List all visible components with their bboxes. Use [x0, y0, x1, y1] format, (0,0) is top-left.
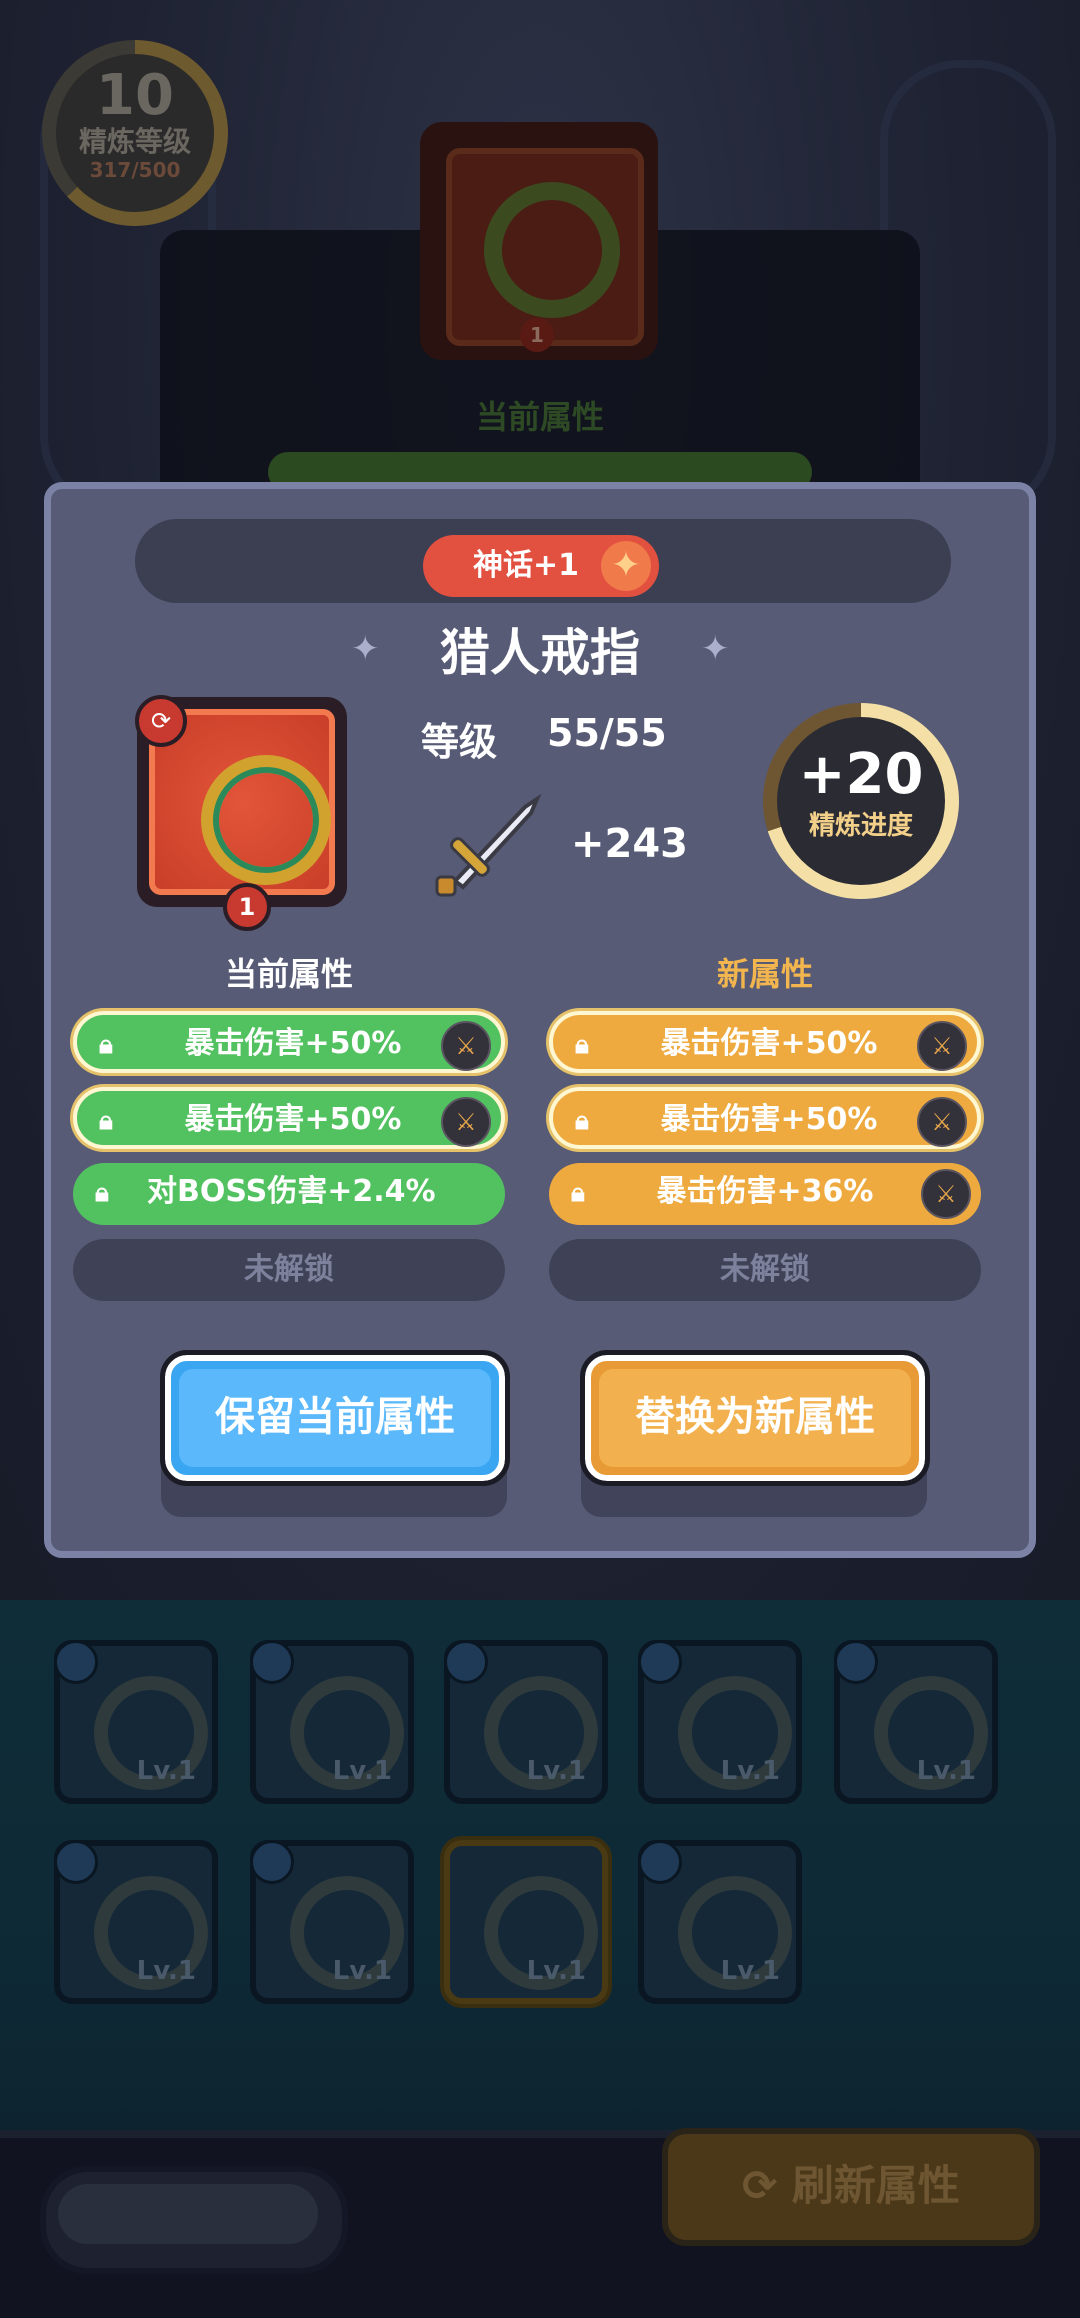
locked-attribute-slot: 未解锁 [549, 1239, 981, 1301]
new-attribute-row[interactable]: 🔒︎ 暴击伤害+36% ⚔ [549, 1163, 981, 1225]
inventory-slot[interactable]: Lv.1 [444, 1640, 608, 1804]
new-attribute-row[interactable]: 🔒︎ 暴击伤害+50% ⚔ [549, 1011, 981, 1073]
background-equipped-item: 1 [420, 122, 658, 360]
slot-type-icon [250, 1640, 294, 1684]
slot-level: Lv.1 [916, 1756, 976, 1786]
inventory-slot[interactable]: Lv.1 [54, 1640, 218, 1804]
new-attributes-title: 新属性 [716, 955, 813, 993]
lock-icon: 🔒︎ [95, 1178, 109, 1208]
ring-icon [201, 755, 331, 885]
inventory-slot[interactable]: Lv.1 [638, 1640, 802, 1804]
slot-type-icon [54, 1640, 98, 1684]
keep-button-label: 保留当前属性 [215, 1394, 455, 1440]
attribute-text: 未解锁 [720, 1252, 810, 1287]
slot-type-icon [834, 1640, 878, 1684]
item-icon-frame: ⟳ 1 [135, 695, 347, 931]
inventory-slot[interactable]: Lv.1 [638, 1840, 802, 2004]
current-attribute-row[interactable]: 🔒︎ 暴击伤害+50% ⚔ [73, 1011, 505, 1073]
attribute-text: 未解锁 [244, 1252, 334, 1287]
slot-type-icon [250, 1840, 294, 1884]
refresh-button-label: 刷新属性 [791, 2161, 960, 2210]
power-value: +243 [571, 821, 689, 867]
slot-type-icon [444, 1640, 488, 1684]
new-attribute-row[interactable]: 🔒︎ 暴击伤害+50% ⚔ [549, 1087, 981, 1149]
background-current-attr-title: 当前属性 [475, 398, 604, 436]
refine-gain-label: 精炼进度 [808, 811, 913, 841]
refine-level-label: 精炼等级 [78, 125, 191, 158]
current-attribute-row[interactable]: 🔒︎ 对BOSS伤害+2.4% [73, 1163, 505, 1225]
slot-type-icon [638, 1640, 682, 1684]
rarity-tag: 神话+1 [423, 535, 659, 597]
sword-key-icon: ⚔ [917, 1021, 967, 1071]
inventory-slot-selected[interactable]: Lv.1 [444, 1840, 608, 2004]
sword-key-icon: ⚔ [441, 1021, 491, 1071]
keep-current-attributes-button[interactable]: 保留当前属性 [160, 1350, 510, 1486]
item-name: 猎人戒指 [440, 624, 640, 682]
slot-level: Lv.1 [332, 1756, 392, 1786]
refine-level-ring: 10 精炼等级 317/500 [42, 40, 228, 226]
slot-level: Lv.1 [136, 1756, 196, 1786]
inventory-slot[interactable]: Lv.1 [250, 1840, 414, 2004]
refresh-attributes-button[interactable]: ⟳ 刷新属性 [662, 2128, 1040, 2246]
slot-level: Lv.1 [720, 1956, 780, 1986]
slot-level: Lv.1 [720, 1756, 780, 1786]
refine-type-icon: ⟳ [135, 695, 187, 747]
right-ornament-icon: ✦ [701, 629, 730, 669]
level-label: 等级 [421, 720, 498, 764]
slot-type-icon [54, 1840, 98, 1884]
replace-button-label: 替换为新属性 [635, 1394, 875, 1440]
sword-key-icon: ⚔ [441, 1097, 491, 1147]
slot-level: Lv.1 [526, 1956, 586, 1986]
item-count-badge: 1 [223, 883, 271, 931]
attack-sword-icon [435, 793, 542, 897]
slot-type-icon [638, 1840, 682, 1884]
inventory-slot[interactable]: Lv.1 [54, 1840, 218, 2004]
current-attribute-row[interactable]: 🔒︎ 暴击伤害+50% ⚔ [73, 1087, 505, 1149]
attribute-text: 暴击伤害+36% [656, 1174, 874, 1209]
refine-gain-value: +20 [798, 742, 924, 807]
slot-level: Lv.1 [136, 1956, 196, 1986]
item-count-badge: 1 [520, 318, 554, 352]
sword-key-icon: ⚔ [921, 1169, 971, 1219]
slot-level: Lv.1 [332, 1956, 392, 1986]
ring-icon [484, 182, 620, 318]
attribute-text: 对BOSS伤害+2.4% [147, 1174, 436, 1209]
back-button[interactable] [40, 2166, 348, 2274]
rarity-label: 神话+1 [473, 548, 580, 583]
slot-level: Lv.1 [526, 1756, 586, 1786]
locked-attribute-slot: 未解锁 [73, 1239, 505, 1301]
refine-level-progress: 317/500 [89, 158, 181, 182]
sword-key-icon: ⚔ [917, 1097, 967, 1147]
replace-with-new-attributes-button[interactable]: 替换为新属性 [580, 1350, 930, 1486]
refresh-icon: ⟳ [742, 2161, 792, 2210]
refine-result-dialog: 神话+1 ✦ 猎人戒指 ✦ ⟳ 1 等级 55/55 +243 +20 精炼进度… [44, 482, 1036, 1558]
current-attributes-title: 当前属性 [224, 955, 353, 993]
level-value: 55/55 [547, 711, 667, 755]
refine-level-number: 10 [96, 63, 174, 128]
inventory-slot[interactable]: Lv.1 [250, 1640, 414, 1804]
star-gem-icon [601, 541, 651, 591]
refine-progress-ring: +20 精炼进度 [763, 703, 959, 899]
inventory-slot[interactable]: Lv.1 [834, 1640, 998, 1804]
